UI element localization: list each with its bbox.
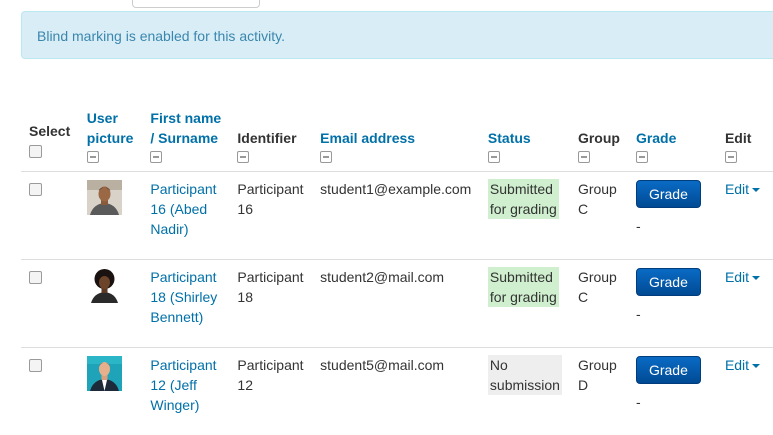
select-cell bbox=[21, 348, 79, 435]
grade-button[interactable]: Grade bbox=[636, 180, 701, 208]
status-badge: Submittedfor grading bbox=[488, 179, 559, 219]
col-identifier: Identifier bbox=[229, 100, 312, 172]
status-cell: Submittedfor grading bbox=[480, 260, 570, 348]
email-cell: student2@mail.com bbox=[312, 260, 480, 348]
status-badge: Submittedfor grading bbox=[488, 267, 559, 307]
grade-cell: Grade - bbox=[628, 172, 709, 260]
name-cell: Participant16 (AbedNadir) bbox=[142, 172, 229, 260]
edit-header-label: Edit bbox=[725, 130, 751, 146]
avatar[interactable] bbox=[87, 268, 122, 303]
table-row: Participant18 (ShirleyBennett) Participa… bbox=[21, 260, 773, 348]
collapse-column-icon[interactable] bbox=[150, 151, 162, 163]
name-cell: Participant12 (JeffWinger) bbox=[142, 348, 229, 435]
collapse-column-icon[interactable] bbox=[636, 151, 648, 163]
user-picture-cell bbox=[79, 172, 143, 260]
grade-button[interactable]: Grade bbox=[636, 268, 701, 296]
email-sort-link[interactable]: Email address bbox=[320, 130, 415, 146]
grade-value: - bbox=[636, 304, 701, 324]
select-cell bbox=[21, 260, 79, 348]
grade-button[interactable]: Grade bbox=[636, 356, 701, 384]
select-all-checkbox[interactable] bbox=[29, 145, 42, 158]
select-header-label: Select bbox=[29, 123, 70, 139]
collapse-column-icon[interactable] bbox=[320, 151, 332, 163]
edit-menu-link[interactable]: Edit bbox=[725, 357, 760, 373]
edit-cell: Edit bbox=[709, 172, 773, 260]
identifier-cell: Participant18 bbox=[229, 260, 312, 348]
edit-menu-link[interactable]: Edit bbox=[725, 269, 760, 285]
row-checkbox[interactable] bbox=[29, 359, 42, 372]
participant-name-link[interactable]: Participant16 (AbedNadir) bbox=[150, 181, 216, 237]
name-sort-link[interactable]: First name/ Surname bbox=[150, 110, 221, 146]
identifier-cell: Participant16 bbox=[229, 172, 312, 260]
col-status: Status bbox=[480, 100, 570, 172]
status-cell: Nosubmission bbox=[480, 348, 570, 435]
identifier-cell: Participant12 bbox=[229, 348, 312, 435]
user-picture-cell bbox=[79, 348, 143, 435]
avatar[interactable] bbox=[87, 180, 122, 215]
email-cell: student5@mail.com bbox=[312, 348, 480, 435]
status-badge: Nosubmission bbox=[488, 355, 562, 395]
group-cell: GroupC bbox=[570, 172, 628, 260]
edit-cell: Edit bbox=[709, 348, 773, 435]
collapse-column-icon[interactable] bbox=[578, 151, 590, 163]
collapse-column-icon[interactable] bbox=[488, 151, 500, 163]
caret-down-icon bbox=[752, 188, 760, 192]
grade-value: - bbox=[636, 392, 701, 412]
collapse-column-icon[interactable] bbox=[87, 151, 99, 163]
col-user-picture: Userpicture bbox=[79, 100, 143, 172]
name-cell: Participant18 (ShirleyBennett) bbox=[142, 260, 229, 348]
group-cell: GroupC bbox=[570, 260, 628, 348]
grade-cell: Grade - bbox=[628, 348, 709, 435]
col-edit: Edit bbox=[709, 100, 773, 172]
table-row: Participant12 (JeffWinger) Participant12… bbox=[21, 348, 773, 435]
edit-menu-link[interactable]: Edit bbox=[725, 181, 760, 197]
top-control-partial[interactable] bbox=[132, 0, 260, 8]
row-checkbox[interactable] bbox=[29, 271, 42, 284]
status-sort-link[interactable]: Status bbox=[488, 130, 531, 146]
collapse-column-icon[interactable] bbox=[237, 151, 249, 163]
participant-name-link[interactable]: Participant18 (ShirleyBennett) bbox=[150, 269, 217, 325]
user-picture-sort-link[interactable]: Userpicture bbox=[87, 110, 134, 146]
grade-cell: Grade - bbox=[628, 260, 709, 348]
col-email: Email address bbox=[312, 100, 480, 172]
col-name: First name/ Surname bbox=[142, 100, 229, 172]
collapse-column-icon[interactable] bbox=[725, 151, 737, 163]
participant-name-link[interactable]: Participant12 (JeffWinger) bbox=[150, 357, 216, 413]
caret-down-icon bbox=[752, 276, 760, 280]
col-select: Select bbox=[21, 100, 79, 172]
caret-down-icon bbox=[752, 364, 760, 368]
edit-cell: Edit bbox=[709, 260, 773, 348]
group-cell: GroupD bbox=[570, 348, 628, 435]
select-cell bbox=[21, 172, 79, 260]
row-checkbox[interactable] bbox=[29, 183, 42, 196]
grade-value: - bbox=[636, 216, 701, 236]
user-picture-cell bbox=[79, 260, 143, 348]
identifier-header-label: Identifier bbox=[237, 130, 296, 146]
alert-text: Blind marking is enabled for this activi… bbox=[37, 28, 285, 44]
avatar[interactable] bbox=[87, 356, 122, 391]
table-row: Participant16 (AbedNadir) Participant16 … bbox=[21, 172, 773, 260]
col-group: Group bbox=[570, 100, 628, 172]
status-cell: Submittedfor grading bbox=[480, 172, 570, 260]
header-row: Select Userpicture First name/ Surname I… bbox=[21, 100, 773, 172]
grading-table: Select Userpicture First name/ Surname I… bbox=[21, 100, 773, 435]
group-header-label: Group bbox=[578, 130, 620, 146]
blind-marking-alert: Blind marking is enabled for this activi… bbox=[21, 11, 773, 59]
email-cell: student1@example.com bbox=[312, 172, 480, 260]
grade-sort-link[interactable]: Grade bbox=[636, 130, 676, 146]
col-grade: Grade bbox=[628, 100, 709, 172]
